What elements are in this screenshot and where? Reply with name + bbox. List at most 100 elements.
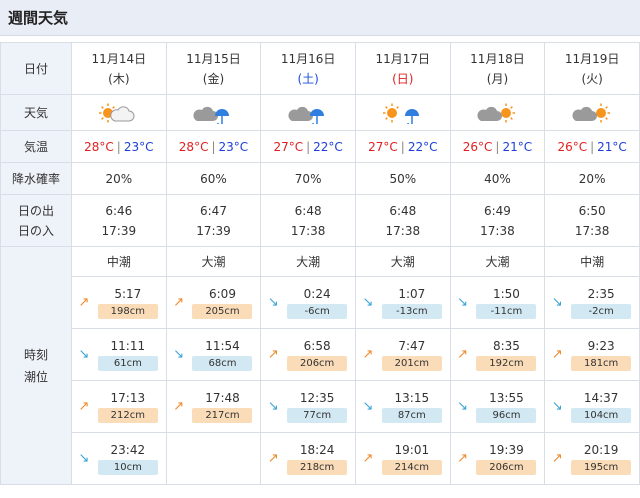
tide-cell: ↗ 6:58 206cm [260, 328, 356, 381]
date-text: 11月16日 [280, 51, 336, 66]
sunrise-time: 6:48 [389, 203, 417, 218]
tide-cell: ↗ 8:35 192cm [449, 328, 546, 381]
rising-arrow-icon: ↗ [173, 295, 185, 310]
date-text: 11月19日 [564, 51, 620, 66]
sunset-time: 17:38 [290, 223, 326, 238]
tide-time: 13:15 [394, 390, 430, 405]
rising-arrow-icon: ↗ [267, 347, 279, 362]
weather-cell [544, 94, 640, 131]
sunrise-time: 6:47 [200, 203, 227, 218]
temp-cell: 28°C | 23°C [165, 130, 262, 163]
tide-level-badge: 205cm [192, 303, 253, 319]
sunset-time: 17:39 [196, 223, 231, 238]
date-cell: 11月15日 (金) [165, 42, 262, 95]
sunset-label: 日の入 [17, 223, 54, 238]
tide-level-label: 潮位 [23, 369, 48, 384]
temp-high: 28°C [84, 139, 114, 154]
rain-row: 降水確率 20% 60% 70% 50% 40% 20% [0, 162, 640, 195]
temp-separator: | [306, 139, 311, 154]
cloud-umbrella-icon [288, 105, 328, 124]
weather-cell [449, 94, 546, 131]
falling-arrow-icon: ↘ [551, 399, 563, 414]
temp-high: 26°C [462, 139, 493, 154]
rising-arrow-icon: ↗ [457, 347, 469, 362]
tide-level-badge: 104cm [571, 407, 632, 423]
temp-cell: 26°C | 21°C [449, 130, 546, 163]
sun-times-cell: 6:50 17:38 [544, 194, 640, 247]
tide-cell: ↗ 17:13 212cm [71, 380, 167, 433]
tide-level-badge: 195cm [571, 459, 632, 475]
rising-arrow-icon: ↗ [78, 399, 90, 414]
temp-separator: | [495, 139, 500, 154]
falling-arrow-icon: ↘ [78, 451, 90, 466]
tide-time-label: 時刻 [23, 347, 48, 362]
rising-arrow-icon: ↗ [551, 347, 563, 362]
tide-cell: ↘ 11:11 61cm [71, 328, 167, 381]
tide-time: 23:42 [110, 442, 146, 457]
tide-time: 20:19 [583, 442, 619, 457]
cloud-umbrella-icon [193, 105, 233, 124]
sunset-time: 17:38 [480, 223, 515, 238]
date-cell: 11月17日 (日) [354, 42, 451, 95]
sun-row: 日の出 日の入 6:46 17:39 6:47 17:39 6:48 17:38 6:48 1… [0, 194, 640, 247]
tide-time: 2:35 [587, 286, 615, 301]
temp-low: 23°C [123, 139, 154, 154]
tide-cell: ↗ 17:48 217cm [165, 380, 262, 433]
temp-separator: | [116, 139, 121, 154]
tide-level-badge: -2cm [571, 303, 632, 319]
temp-low: 21°C [597, 139, 627, 154]
tide-level-badge: 217cm [192, 407, 253, 423]
tide-time: 1:50 [492, 286, 520, 301]
tide-cell: ↘ 13:55 96cm [449, 380, 546, 433]
sunset-time: 17:38 [385, 223, 421, 238]
sun-times-cell: 6:46 17:39 [71, 194, 167, 247]
sun-times-cell: 6:48 17:38 [354, 194, 451, 247]
rising-arrow-icon: ↗ [173, 399, 185, 414]
tide-cell: ↗ 6:09 205cm [165, 276, 262, 329]
tide-level-badge: 218cm [287, 459, 348, 475]
date-text: 11月15日 [186, 51, 241, 66]
tide-time: 6:09 [209, 286, 236, 301]
tide-cell: ↗ 9:23 181cm [544, 328, 640, 381]
falling-arrow-icon: ↘ [173, 347, 185, 362]
tide-cell: ↗ 19:39 206cm [449, 432, 546, 485]
cloud-sun-icon [572, 103, 612, 122]
temp-high: 26°C [557, 139, 588, 154]
rain-cell: 20% [544, 162, 640, 195]
sun-times-cell: 6:49 17:38 [449, 194, 546, 247]
day-of-week: (火) [581, 71, 603, 86]
tide-level-badge: 87cm [381, 407, 442, 423]
tide-row-2: ↘ 11:11 61cm ↘ 11:54 68cm ↗ 6:58 206cm ↗ 7:47 201cm… [1, 328, 640, 381]
date-text: 11月18日 [470, 51, 525, 66]
tide-cell: ↘ 23:42 10cm [71, 432, 167, 485]
rising-arrow-icon: ↗ [362, 451, 374, 466]
tide-level-badge: 206cm [476, 459, 537, 475]
tide-cell [165, 432, 262, 485]
tide-name-cell: 中潮 [71, 246, 167, 277]
rising-arrow-icon: ↗ [362, 347, 374, 362]
row-label-date: 日付 [0, 42, 72, 95]
rain-cell: 50% [354, 162, 451, 195]
tide-time: 17:13 [110, 390, 146, 405]
day-of-week: (月) [486, 71, 509, 86]
cloud-sun-icon [477, 103, 517, 122]
tide-level-badge: 206cm [287, 355, 348, 371]
sunset-time: 17:39 [101, 223, 137, 238]
tide-level-badge: 61cm [97, 355, 158, 371]
weather-cell [165, 94, 262, 131]
tide-level-badge: -6cm [287, 303, 348, 319]
temp-high: 27°C [273, 139, 304, 154]
falling-arrow-icon: ↘ [362, 295, 374, 310]
sunrise-time: 6:49 [483, 203, 511, 218]
falling-arrow-icon: ↘ [267, 399, 279, 414]
tide-time: 7:47 [398, 338, 426, 353]
sunrise-label: 日の出 [17, 203, 54, 218]
sunset-time: 17:38 [574, 223, 610, 238]
sun-cloud-icon [98, 103, 139, 122]
weekly-weather-table: 日付 11月14日 (木) 11月15日 (金) 11月16日 (土) 11月17日 (日) 1… [0, 42, 640, 485]
tide-time: 18:24 [299, 442, 335, 457]
day-of-week: (土) [297, 71, 319, 86]
tide-level-badge: 96cm [476, 407, 537, 423]
tide-row-1: ↗ 5:17 198cm ↗ 6:09 205cm ↘ 0:24 -6cm ↘ 1:07 -13cm ↘… [1, 276, 640, 329]
rising-arrow-icon: ↗ [267, 451, 279, 466]
